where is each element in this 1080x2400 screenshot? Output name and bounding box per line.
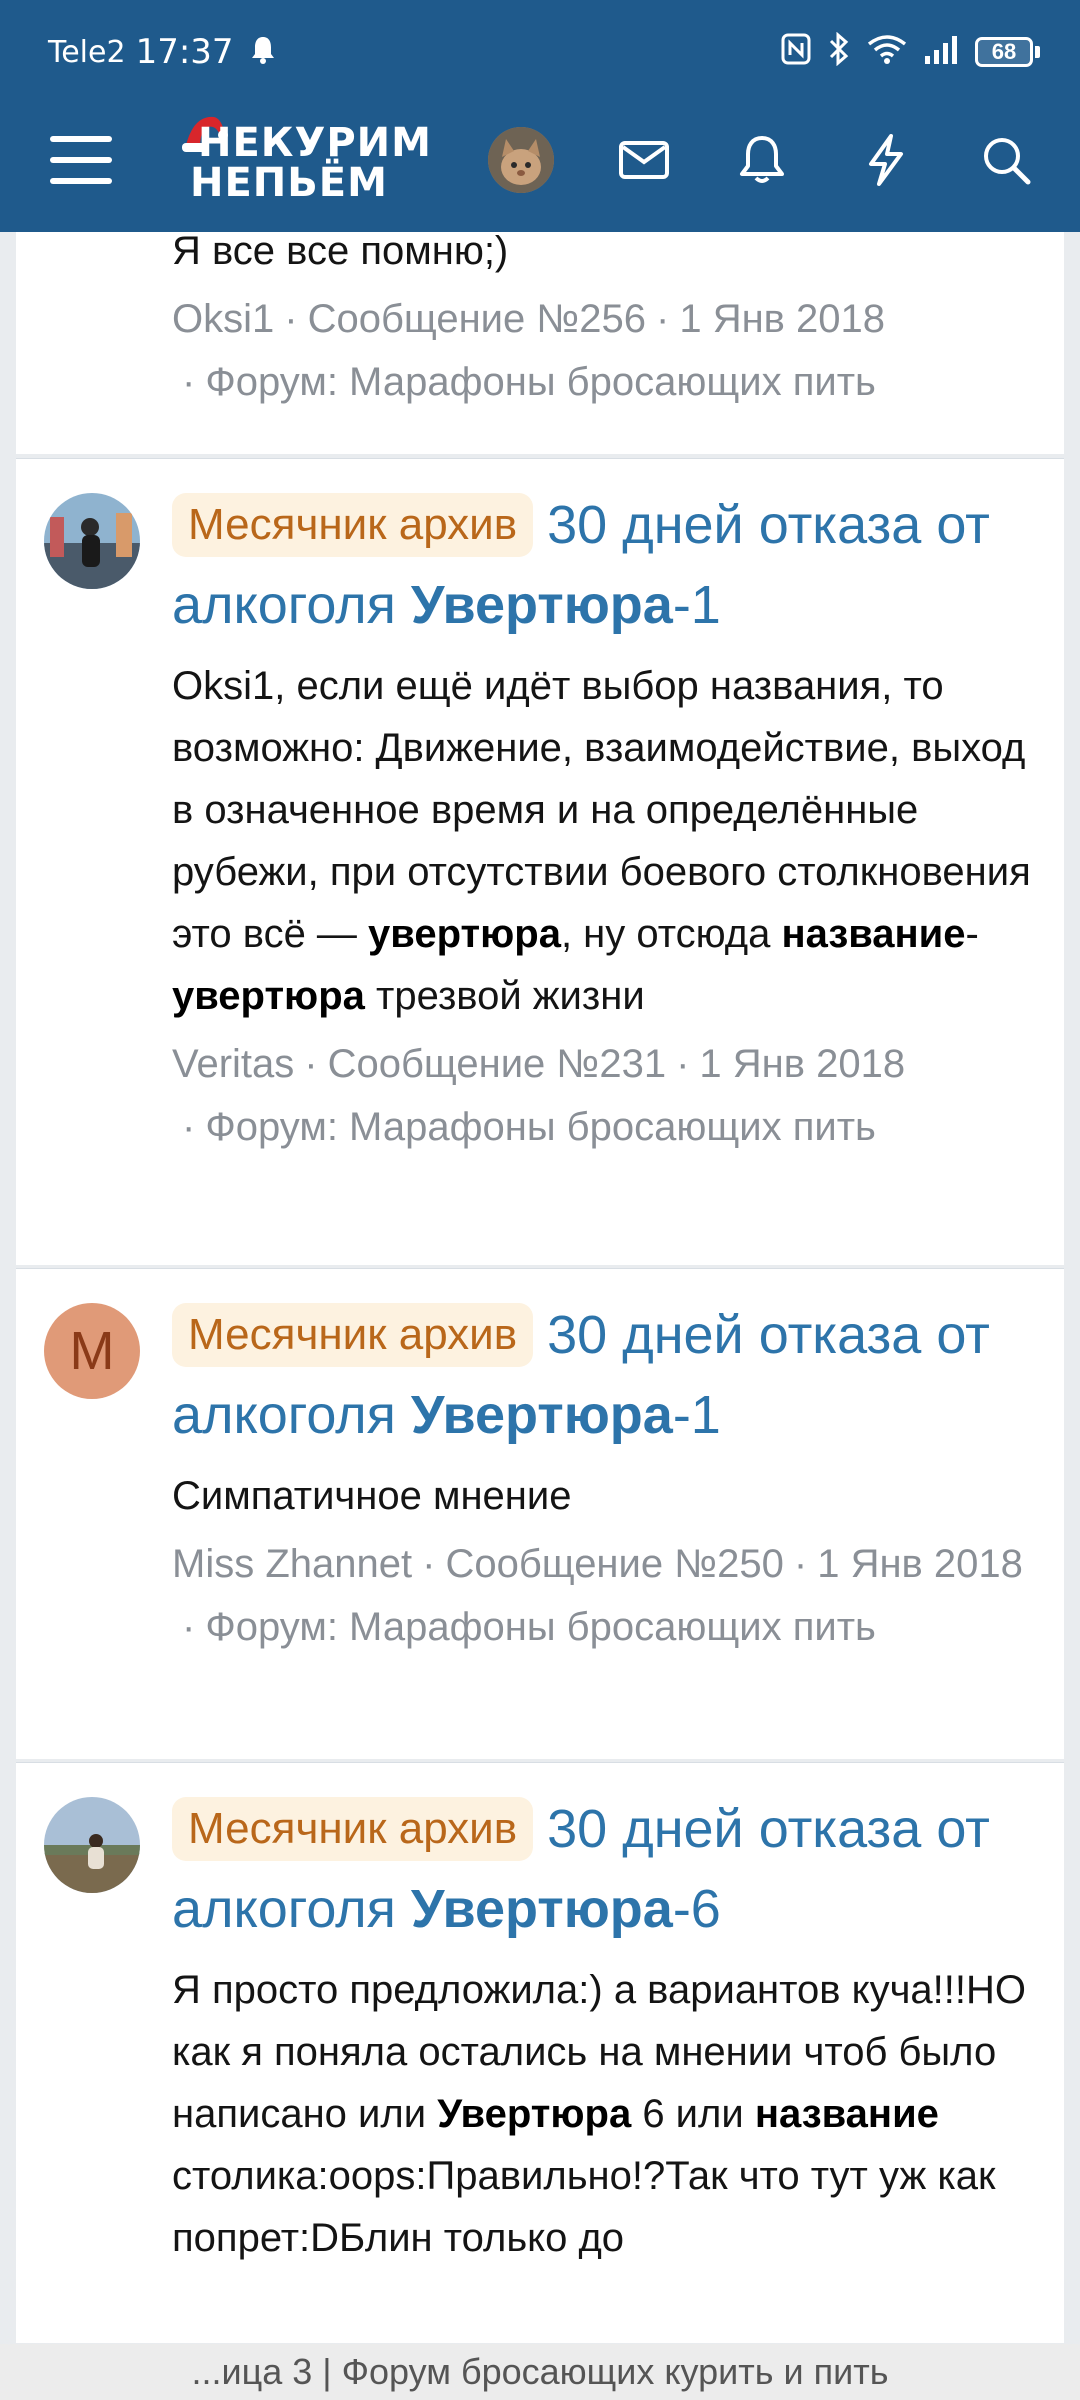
logo-text-1: НЕКУРИМ xyxy=(198,120,432,166)
result-post-number: Сообщение №231 xyxy=(327,1042,667,1086)
page-title-bar: ...ица 3 | Форум бросающих курить и пить xyxy=(0,2344,1080,2400)
nav-bar: НЕКУРИМ НЕПЬЁМ xyxy=(0,105,1080,232)
result-date: 1 Янв 2018 xyxy=(699,1042,906,1086)
bluetooth-icon xyxy=(827,31,851,71)
site-header: Tele2 17:37 68 НЕКУРИМ НЕПЬЁМ xyxy=(0,0,1080,232)
result-author[interactable]: Oksi1 xyxy=(172,297,274,341)
result-meta: Miss Zhannet · Сообщение №250 · 1 Янв 2018 ·… xyxy=(172,1542,1023,1649)
avatar-letter: M xyxy=(69,1321,115,1381)
result-forum[interactable]: Форум: Марафоны бросающих пить xyxy=(205,360,876,404)
result-title[interactable]: Месячник архив 30 дней отказа от алкоголя… xyxy=(172,485,1052,645)
whats-new-bolt-icon[interactable] xyxy=(856,125,916,195)
avatar[interactable] xyxy=(44,493,140,589)
result-date: 1 Янв 2018 xyxy=(817,1542,1023,1586)
result-author[interactable]: Miss Zhannet xyxy=(172,1542,412,1586)
search-result[interactable]: Я все все помню;) Oksi1 · Сообщение №256 · 1… xyxy=(16,229,1064,454)
avatar[interactable]: M xyxy=(44,1303,140,1399)
result-author[interactable]: Veritas xyxy=(172,1042,294,1086)
mail-icon[interactable] xyxy=(614,125,674,195)
result-forum[interactable]: Форум: Марафоны бросающих пить xyxy=(205,1605,876,1649)
result-post-number: Сообщение №256 xyxy=(307,297,647,341)
result-date: 1 Янв 2018 xyxy=(679,297,886,341)
clock: 17:37 xyxy=(135,32,234,72)
prefix-badge: Месячник архив xyxy=(172,1797,534,1861)
title-highlight: Увертюра xyxy=(410,1385,673,1445)
title-suffix: -1 xyxy=(672,1385,721,1445)
signal-icon xyxy=(923,34,959,69)
result-meta: Oksi1 · Сообщение №256 · 1 Янв 2018 · Форум: … xyxy=(172,297,886,404)
status-bar: Tele2 17:37 68 xyxy=(0,0,1080,105)
search-result[interactable]: M Месячник архив 30 дней отказа от алкого… xyxy=(16,1268,1064,1759)
user-avatar[interactable] xyxy=(488,127,554,193)
result-snippet: Oksi1, если ещё идёт выбор названия, то … xyxy=(172,664,1031,1018)
result-snippet: Я все все помню;) xyxy=(172,229,509,273)
battery-indicator: 68 xyxy=(975,36,1033,67)
title-highlight: Увертюра xyxy=(410,575,673,635)
result-title[interactable]: Месячник архив 30 дней отказа от алкоголя… xyxy=(172,1295,1052,1455)
title-suffix: -1 xyxy=(672,575,721,635)
carrier-label: Tele2 xyxy=(48,34,126,70)
result-snippet: Симпатичное мнение xyxy=(172,1474,572,1518)
result-meta: Veritas · Сообщение №231 · 1 Янв 2018 · Форум… xyxy=(172,1042,906,1149)
prefix-badge: Месячник архив xyxy=(172,1303,534,1367)
wifi-icon xyxy=(867,34,907,69)
nfc-icon xyxy=(781,33,811,70)
menu-icon[interactable] xyxy=(48,125,114,195)
logo-text-2: НЕПЬЁМ xyxy=(190,160,388,206)
result-snippet: Я просто предложила:) а вариантов куча!!… xyxy=(172,1968,1027,2260)
result-post-number: Сообщение №250 xyxy=(445,1542,784,1586)
result-forum[interactable]: Форум: Марафоны бросающих пить xyxy=(205,1105,876,1149)
result-title[interactable]: Месячник архив 30 дней отказа от алкоголя… xyxy=(172,1789,1052,1949)
title-highlight: Увертюра xyxy=(410,1879,673,1939)
site-logo[interactable]: НЕКУРИМ НЕПЬЁМ xyxy=(180,111,442,211)
search-result[interactable]: Месячник архив 30 дней отказа от алкоголя… xyxy=(16,1762,1064,2343)
prefix-badge: Месячник архив xyxy=(172,493,534,557)
notification-bell-icon xyxy=(250,35,276,70)
search-result[interactable]: Месячник архив 30 дней отказа от алкоголя… xyxy=(16,458,1064,1265)
avatar[interactable] xyxy=(44,1797,140,1893)
search-icon[interactable] xyxy=(976,125,1036,195)
title-suffix: -6 xyxy=(672,1879,721,1939)
alerts-bell-icon[interactable] xyxy=(732,125,792,195)
